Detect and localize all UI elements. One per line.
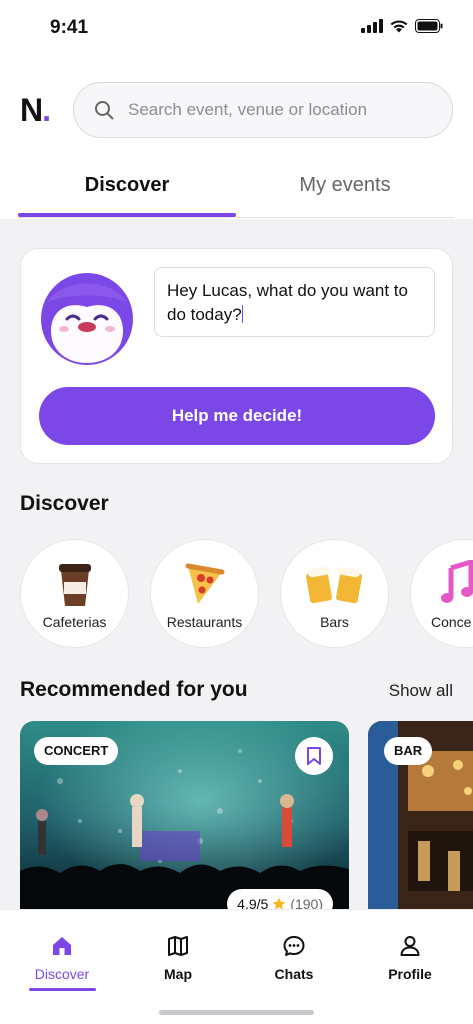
category-label: Cafeterias xyxy=(42,614,107,630)
nav-discover[interactable]: Discover xyxy=(3,932,121,982)
event-card-bar[interactable]: BAR xyxy=(368,721,473,909)
beer-mugs-icon xyxy=(305,566,362,604)
category-concerts[interactable]: Conce xyxy=(410,539,473,648)
rating-badge: 4.9/5 (190) xyxy=(227,889,333,909)
wifi-icon xyxy=(390,20,408,33)
cellular-signal-icon xyxy=(361,19,383,33)
search-input[interactable] xyxy=(128,97,428,123)
map-icon xyxy=(168,936,188,956)
header: N. xyxy=(0,80,473,140)
bookmark-icon xyxy=(307,747,321,765)
active-tab-indicator xyxy=(18,213,236,217)
bottom-navigation: Discover Map Chats Profile xyxy=(0,909,473,1024)
nav-profile[interactable]: Profile xyxy=(351,932,469,982)
discover-section-title: Discover xyxy=(20,492,109,515)
event-card-concert[interactable]: CONCERT 4.9/5 (190) xyxy=(20,721,349,909)
bookmark-button[interactable] xyxy=(295,737,333,775)
chat-icon xyxy=(283,936,305,956)
category-cafeterias[interactable]: Cafeterias xyxy=(20,539,129,648)
music-note-icon xyxy=(441,560,473,603)
category-list[interactable]: Cafeterias Restaurants Bars Conce xyxy=(20,539,473,651)
battery-icon xyxy=(415,19,443,33)
tab-discover[interactable]: Discover xyxy=(18,174,236,197)
main-content[interactable]: Hey Lucas, what do you want to do today?… xyxy=(0,219,473,909)
nav-label: Discover xyxy=(34,966,90,982)
home-indicator xyxy=(159,1010,314,1015)
coffee-cup-icon xyxy=(58,564,91,606)
profile-icon xyxy=(400,936,420,956)
star-icon xyxy=(273,897,286,909)
search-bar[interactable] xyxy=(73,82,453,138)
rating-value: 4.9/5 xyxy=(237,896,269,909)
category-bars[interactable]: Bars xyxy=(280,539,389,648)
status-time: 9:41 xyxy=(50,17,89,38)
category-tag: CONCERT xyxy=(34,737,119,765)
status-icons xyxy=(361,19,443,33)
help-me-decide-button[interactable]: Help me decide! xyxy=(39,387,435,445)
search-icon xyxy=(95,101,114,120)
show-all-link[interactable]: Show all xyxy=(389,681,453,701)
nav-map[interactable]: Map xyxy=(119,932,237,982)
category-label: Restaurants xyxy=(166,614,243,630)
category-label: Conce xyxy=(431,614,472,630)
pizza-icon xyxy=(185,563,224,604)
nav-label: Profile xyxy=(388,966,432,982)
app-logo[interactable]: N. xyxy=(20,92,51,129)
home-icon xyxy=(53,937,71,955)
active-nav-indicator xyxy=(29,988,96,991)
category-tag: BAR xyxy=(384,737,433,765)
status-bar: 9:41 xyxy=(0,0,473,56)
penguin-mascot-icon xyxy=(41,273,133,365)
nav-chats[interactable]: Chats xyxy=(235,932,353,982)
text-caret xyxy=(241,305,244,323)
tab-my-events[interactable]: My events xyxy=(236,174,454,197)
assistant-message[interactable]: Hey Lucas, what do you want to do today? xyxy=(154,267,435,337)
nav-label: Chats xyxy=(274,966,314,982)
category-restaurants[interactable]: Restaurants xyxy=(150,539,259,648)
review-count: (190) xyxy=(290,896,323,909)
category-label: Bars xyxy=(320,614,349,630)
tab-bar: Discover My events xyxy=(18,164,455,218)
assistant-card: Hey Lucas, what do you want to do today?… xyxy=(20,248,453,464)
nav-label: Map xyxy=(164,966,192,982)
recommended-section-title: Recommended for you xyxy=(20,678,248,701)
